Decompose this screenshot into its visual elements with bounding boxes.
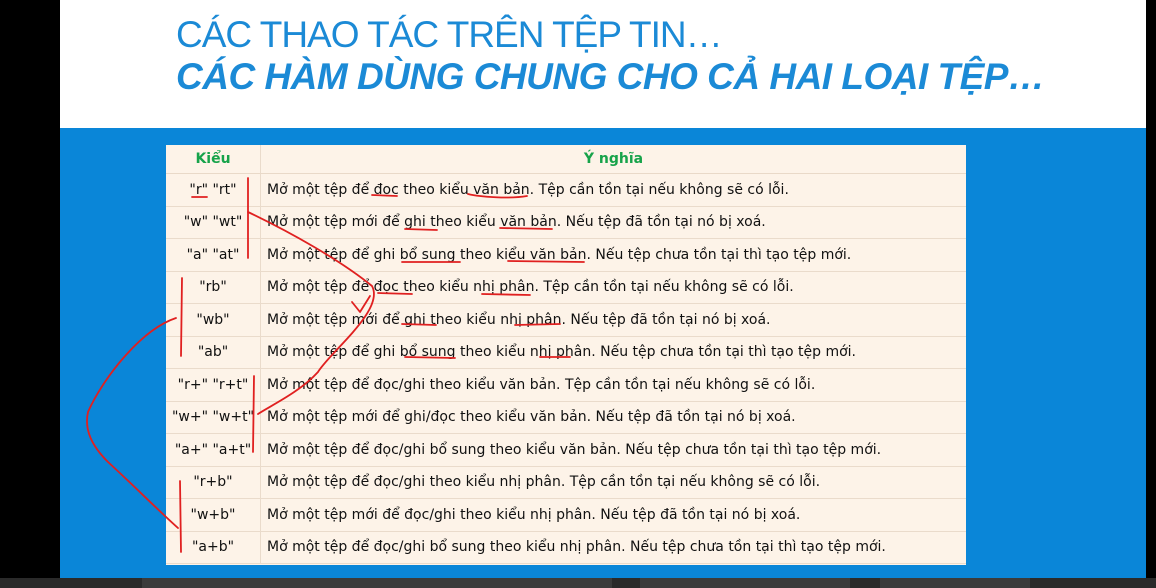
taskbar-segment xyxy=(142,578,612,588)
mode-cell: "wb" xyxy=(166,303,261,337)
table-row: "ab" Mở một tệp để ghi bổ sung theo kiểu … xyxy=(166,336,966,369)
meaning-cell: Mở một tệp mới để ghi theo kiểu nhị phân… xyxy=(260,303,966,337)
table-row: "a" "at" Mở một tệp để ghi bổ sung theo … xyxy=(166,238,966,272)
file-modes-table: Kiểu Ý nghĩa "r" "rt" Mở một tệp để đọc t… xyxy=(166,145,966,565)
meaning-cell: Mở một tệp mới để đọc/ghi theo kiểu nhị … xyxy=(260,498,966,532)
title-band: CÁC THAO TÁC TRÊN TỆP TIN… CÁC HÀM DÙNG … xyxy=(60,0,1146,128)
table-row: "w+" "w+t" Mở một tệp mới để ghi/đọc theo… xyxy=(166,401,966,434)
table-row: "w" "wt" Mở một tệp mới để ghi theo kiểu … xyxy=(166,206,966,239)
meaning-cell: Mở một tệp mới để ghi theo kiểu văn bản.… xyxy=(260,206,966,239)
table-row: "r" "rt" Mở một tệp để đọc theo kiểu văn … xyxy=(166,173,966,207)
meaning-cell: Mở một tệp mới để ghi/đọc theo kiểu văn … xyxy=(260,401,966,434)
meaning-cell: Mở một tệp để đọc/ghi theo kiểu văn bản.… xyxy=(260,368,966,402)
mode-cell: "a" "at" xyxy=(166,238,261,272)
table-row: "w+b" Mở một tệp mới để đọc/ghi theo kiể… xyxy=(166,498,966,532)
slide-title: CÁC THAO TÁC TRÊN TỆP TIN… xyxy=(176,14,723,55)
table-header-row: Kiểu Ý nghĩa xyxy=(166,145,966,174)
meaning-cell: Mở một tệp để ghi bổ sung theo kiểu văn … xyxy=(260,238,966,272)
slide: CÁC THAO TÁC TRÊN TỆP TIN… CÁC HÀM DÙNG … xyxy=(60,0,1146,578)
mode-cell: "rb" xyxy=(166,271,261,304)
slide-subtitle: CÁC HÀM DÙNG CHUNG CHO CẢ HAI LOẠI TỆP… xyxy=(176,56,1045,97)
meaning-cell: Mở một tệp để đọc theo kiểu văn bản. Tệp… xyxy=(260,173,966,207)
taskbar-segment xyxy=(880,578,1030,588)
table-row: "r+b" Mở một tệp để đọc/ghi theo kiểu nhị… xyxy=(166,466,966,499)
meaning-cell: Mở một tệp để đọc/ghi bổ sung theo kiểu … xyxy=(260,531,966,564)
mode-cell: "r+b" xyxy=(166,466,261,499)
table-row: "rb" Mở một tệp để đọc theo kiểu nhị phân… xyxy=(166,271,966,304)
mode-cell: "w+b" xyxy=(166,498,261,532)
table-row: "r+" "r+t" Mở một tệp để đọc/ghi theo kiể… xyxy=(166,368,966,402)
meaning-cell: Mở một tệp để đọc/ghi bổ sung theo kiểu … xyxy=(260,433,966,467)
mode-cell: "a+" "a+t" xyxy=(166,433,261,467)
header-meaning: Ý nghĩa xyxy=(260,145,966,174)
mode-cell: "a+b" xyxy=(166,531,261,564)
table-row: "wb" Mở một tệp mới để ghi theo kiểu nhị … xyxy=(166,303,966,337)
mode-cell: "r+" "r+t" xyxy=(166,368,261,402)
meaning-cell: Mở một tệp để ghi bổ sung theo kiểu nhị … xyxy=(260,336,966,369)
mode-cell: "w" "wt" xyxy=(166,206,261,239)
table-row: "a+b" Mở một tệp để đọc/ghi bổ sung theo … xyxy=(166,531,966,564)
mode-cell: "r" "rt" xyxy=(166,173,261,207)
table-row: "a+" "a+t" Mở một tệp để đọc/ghi bổ sung … xyxy=(166,433,966,467)
mode-cell: "w+" "w+t" xyxy=(166,401,261,434)
mode-cell: "ab" xyxy=(166,336,261,369)
taskbar-segment xyxy=(640,578,850,588)
meaning-cell: Mở một tệp để đọc theo kiểu nhị phân. Tệ… xyxy=(260,271,966,304)
taskbar-strip xyxy=(0,578,1156,588)
header-mode: Kiểu xyxy=(166,145,261,174)
meaning-cell: Mở một tệp để đọc/ghi theo kiểu nhị phân… xyxy=(260,466,966,499)
